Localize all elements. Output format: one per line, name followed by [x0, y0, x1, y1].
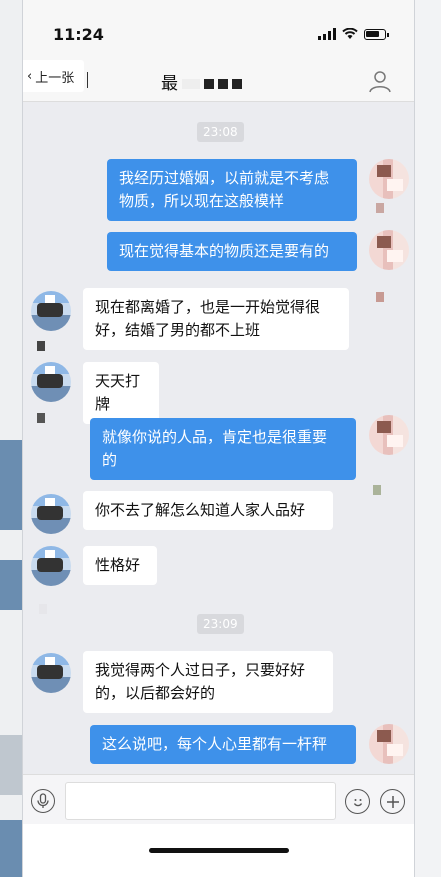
message-bubble-received[interactable]: 我觉得两个人过日子，只要好好 的，以后都会好的: [83, 651, 333, 713]
message-bubble-sent[interactable]: 我经历过婚姻，以前就是不考虑 物质，所以现在这般模样: [107, 159, 357, 221]
input-bar: [23, 774, 414, 824]
battery-icon: [364, 29, 389, 40]
redaction-mask: [232, 79, 242, 89]
avatar-contact[interactable]: [31, 494, 71, 534]
avatar-me[interactable]: [369, 415, 409, 455]
avatar-me[interactable]: [369, 724, 409, 764]
avatar-artifact: [37, 341, 45, 351]
avatar-artifact: [373, 485, 381, 495]
back-label: 上一张: [35, 70, 75, 86]
redaction-mask: [182, 79, 200, 89]
status-time: 11:24: [53, 25, 104, 44]
status-bar: 11:24: [23, 0, 414, 60]
divider: [87, 72, 88, 88]
message-line: 我经历过婚姻，以前就是不考虑: [119, 169, 330, 187]
background-block: [0, 560, 22, 610]
message-bubble-sent[interactable]: 就像你说的人品，肯定也是很重要 的: [90, 418, 356, 480]
background-app-strip-left: [0, 0, 22, 877]
timestamp: 23:08: [197, 122, 244, 142]
plus-icon[interactable]: [380, 789, 405, 814]
avatar-me[interactable]: [369, 230, 409, 270]
message-bubble-sent[interactable]: 这么说吧，每个人心里都有一杆秤: [90, 725, 356, 764]
message-line: 现在都离婚了，也是一开始觉得很: [95, 298, 321, 316]
message-bubble-received[interactable]: 性格好: [83, 546, 157, 585]
message-bubble-received[interactable]: 天天打牌: [83, 362, 159, 424]
background-block: [0, 440, 22, 530]
timestamp: 23:09: [197, 614, 244, 634]
chat-screen: 11:24 ‹ 上一张 最 23:08 我经历过婚姻，以前就是不考虑 物质，所以…: [22, 0, 415, 877]
signal-icon: [318, 28, 336, 40]
message-line: 我觉得两个人过日子，只要好好: [95, 661, 306, 679]
status-icons: [318, 27, 389, 40]
message-line: 现在觉得基本的物质还是要有的: [119, 242, 330, 260]
message-bubble-received[interactable]: 你不去了解怎么知道人家人品好: [83, 491, 333, 530]
avatar-contact[interactable]: [31, 291, 71, 331]
home-indicator[interactable]: [149, 848, 289, 853]
message-bubble-received[interactable]: 现在都离婚了，也是一开始觉得很 好，结婚了男的都不上班: [83, 288, 349, 350]
chat-title-text: 最: [161, 74, 178, 94]
chevron-left-icon: ‹: [27, 68, 33, 84]
avatar-contact[interactable]: [31, 362, 71, 402]
avatar-artifact: [37, 413, 45, 423]
wifi-icon: [342, 27, 358, 40]
message-line: 天天打牌: [95, 372, 141, 413]
message-line: 的，以后都会好的: [95, 684, 216, 702]
message-input[interactable]: [65, 782, 336, 820]
chat-header: ‹ 上一张 最: [23, 60, 414, 102]
redaction-mask: [218, 79, 228, 89]
message-line: 这么说吧，每个人心里都有一杆秤: [102, 735, 328, 753]
avatar-artifact: [39, 604, 47, 614]
chat-title: 最: [161, 69, 242, 94]
message-line: 的: [102, 451, 118, 469]
message-line: 好，结婚了男的都不上班: [95, 321, 261, 339]
back-button[interactable]: ‹ 上一张: [23, 60, 85, 92]
avatar-contact[interactable]: [31, 653, 71, 693]
avatar-artifact: [376, 292, 384, 302]
redaction-mask: [204, 79, 214, 89]
message-line: 你不去了解怎么知道人家人品好: [95, 501, 306, 519]
background-block: [0, 820, 22, 877]
message-line: 性格好: [95, 556, 141, 574]
microphone-icon[interactable]: [31, 789, 55, 813]
background-block: [0, 735, 22, 795]
avatar-contact[interactable]: [31, 546, 71, 586]
background-app-strip-right: [415, 0, 441, 877]
person-icon[interactable]: [368, 69, 392, 93]
avatar-me[interactable]: [369, 159, 409, 199]
message-line: 就像你说的人品，肯定也是很重要: [102, 428, 328, 446]
message-line: 物质，所以现在这般模样: [119, 192, 285, 210]
smiley-icon[interactable]: [345, 789, 370, 814]
avatar-artifact: [376, 203, 384, 213]
message-bubble-sent[interactable]: 现在觉得基本的物质还是要有的: [107, 232, 357, 271]
